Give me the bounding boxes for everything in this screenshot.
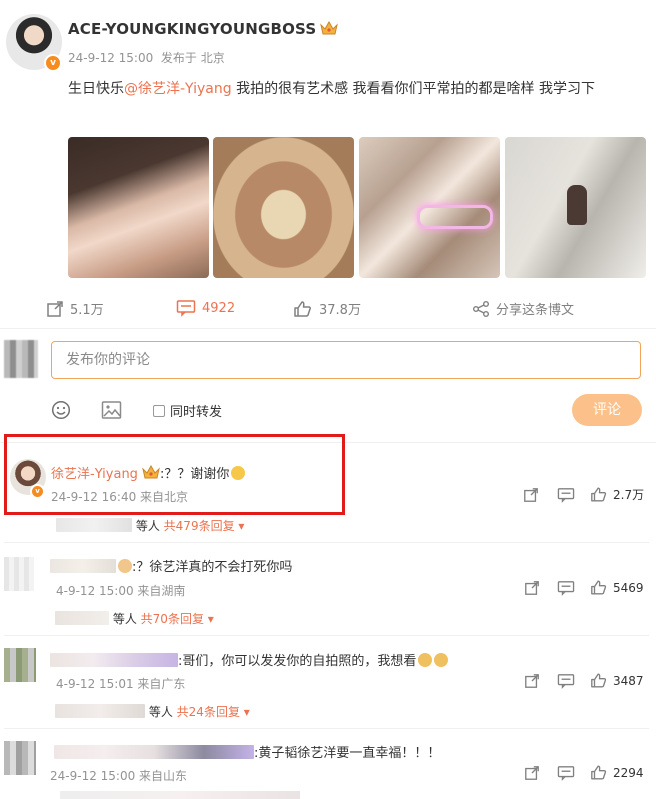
submit-comment-button[interactable]: 评论 [572, 394, 642, 426]
smiley-icon [51, 400, 71, 420]
comment-like-button[interactable]: 3487 [590, 672, 644, 689]
comment-icon [557, 674, 575, 689]
comment-reply-button[interactable] [557, 580, 575, 596]
comment-avatar[interactable] [4, 741, 36, 775]
comment-text: :哥们，你可以发发你的自拍照的，我想看 [178, 654, 417, 669]
comment-icon [557, 581, 575, 596]
cat-emoji-icon [434, 653, 449, 667]
repost-icon [47, 300, 63, 317]
repost-icon [525, 766, 539, 780]
blurred-names [55, 704, 145, 718]
comment-repost-button[interactable] [523, 487, 539, 503]
verified-badge-icon: v [44, 54, 62, 72]
share-button[interactable]: 分享这条博文 [472, 299, 574, 318]
post-meta: 24-9-12 15:00 发布于 北京 [68, 49, 225, 66]
checkbox-square[interactable] [153, 404, 165, 417]
comment-item-3: :哥们，你可以发发你的自拍照的，我想看 [50, 650, 449, 669]
post-source: 发布于 北京 [160, 51, 225, 65]
divider [4, 728, 649, 729]
avatar-emoji-icon [118, 559, 132, 573]
light-streak [417, 205, 493, 229]
blurred-username[interactable] [50, 653, 178, 667]
comment-input[interactable] [64, 342, 628, 378]
post-date[interactable]: 24-9-12 15:00 [68, 51, 153, 65]
blurred-username[interactable] [50, 559, 116, 573]
comment-item-2: :？徐艺洋真的不会打死你吗 [50, 556, 292, 575]
comment-input-box [51, 341, 641, 379]
divider [4, 542, 649, 543]
thumbs-up-icon [294, 300, 311, 317]
divider [0, 328, 656, 329]
more-replies-link[interactable]: 等人 共70条回复 ▾ [55, 610, 214, 627]
comment-repost-button[interactable] [524, 765, 540, 781]
more-replies-link[interactable]: 等人 共479条回复 ▾ [56, 517, 244, 534]
repost-checkbox[interactable]: 同时转发 [153, 401, 222, 420]
post-photo-2[interactable] [213, 137, 354, 278]
comment-icon [557, 488, 575, 503]
post-photo-4[interactable] [505, 137, 646, 278]
comment-like-button[interactable]: 2294 [590, 764, 644, 781]
blurred-names [56, 518, 132, 532]
highlight-box [4, 434, 345, 515]
repost-button[interactable]: 5.1万 [46, 299, 104, 318]
mention-link[interactable]: @徐艺洋-Yiyang [124, 81, 232, 97]
comment-like-button[interactable]: 5469 [590, 579, 644, 596]
thumbs-up-icon [591, 673, 607, 688]
comment-item-4: :黄子韬徐艺洋要一直幸福！！！ [54, 742, 440, 761]
comment-avatar[interactable] [4, 557, 34, 591]
comment-time: 4-9-12 15:01 来自广东 [56, 677, 186, 691]
like-button[interactable]: 37.8万 [293, 299, 361, 318]
comment-reply-button[interactable] [557, 673, 575, 689]
comment-time: 24-9-12 15:00 来自山东 [50, 769, 188, 783]
comment-time: 4-9-12 15:00 来自湖南 [56, 584, 186, 598]
comment-like-button[interactable]: 2.7万 [590, 486, 644, 503]
post-photo-1[interactable] [68, 137, 209, 278]
post-text: 生日快乐@徐艺洋-Yiyang 我拍的很有艺术感 我看看你们平常拍的都是啥样 我… [68, 81, 595, 97]
cat-emoji-icon [418, 653, 433, 667]
comment-reply-button[interactable] [557, 487, 575, 503]
crown-icon [320, 21, 339, 35]
blurred-text-cutoff [60, 791, 300, 799]
divider [4, 635, 649, 636]
comment-repost-button[interactable] [524, 580, 540, 596]
author-name[interactable]: ACE-YOUNGKINGYOUNGBOSS [68, 20, 339, 38]
comment-reply-button[interactable] [557, 765, 575, 781]
thumbs-up-icon [591, 580, 607, 595]
comment-icon [176, 300, 196, 317]
post-photo-3[interactable] [359, 137, 500, 278]
image-icon [101, 401, 122, 419]
thumbs-up-icon [591, 765, 607, 780]
repost-icon [524, 488, 538, 502]
current-user-avatar [4, 340, 38, 378]
emoji-button[interactable] [51, 400, 71, 424]
blurred-username[interactable] [54, 745, 254, 759]
repost-icon [525, 581, 539, 595]
comment-icon [557, 766, 575, 781]
image-upload-button[interactable] [101, 400, 122, 424]
more-replies-link[interactable]: 等人 共24条回复 ▾ [55, 703, 250, 720]
comment-text: :？徐艺洋真的不会打死你吗 [132, 560, 293, 575]
comment-avatar[interactable] [4, 648, 36, 682]
comment-button[interactable]: 4922 [176, 299, 235, 317]
photo-figure [567, 185, 587, 225]
thumbs-up-icon [591, 487, 607, 502]
repost-icon [525, 674, 539, 688]
comment-repost-button[interactable] [524, 673, 540, 689]
share-icon [473, 300, 489, 317]
comment-text: :黄子韬徐艺洋要一直幸福！！！ [254, 746, 441, 761]
blurred-names [55, 611, 109, 625]
